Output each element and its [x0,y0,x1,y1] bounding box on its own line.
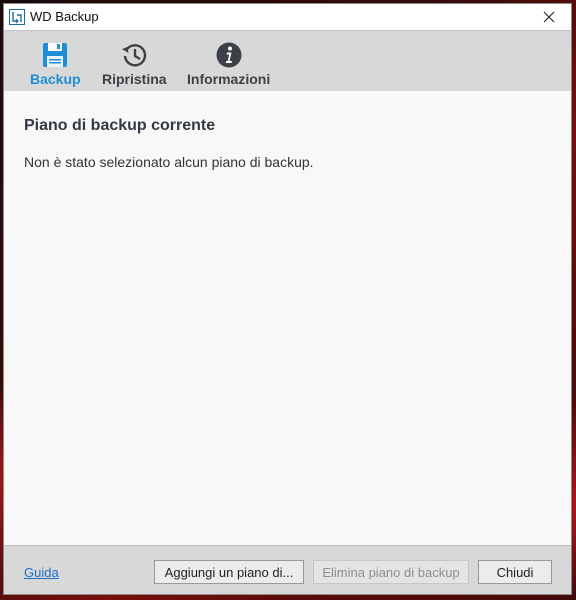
main-content: Piano di backup corrente Non è stato sel… [4,91,571,547]
close-button[interactable]: Chiudi [478,560,552,584]
nav-backup-label: Backup [30,71,81,87]
main-toolbar: Backup Ripristina Informazioni [4,30,571,92]
wd-backup-app-icon [9,9,25,25]
close-icon [543,11,555,23]
page-title: Piano di backup corrente [24,117,216,134]
nav-informazioni[interactable]: Informazioni [187,41,270,89]
nav-backup[interactable]: Backup [30,41,81,89]
info-icon [216,42,242,68]
window-title: WD Backup [30,9,99,24]
help-link[interactable]: Guida [24,565,59,580]
footer-bar: Guida Aggiungi un piano di... Elimina pi… [4,545,571,594]
history-icon [122,44,147,67]
no-plan-message: Non è stato selezionato alcun piano di b… [24,154,314,170]
wd-backup-window: WD Backup Backup Ripristina Informazioni… [3,3,572,595]
title-bar: WD Backup [4,4,571,30]
window-close-button[interactable] [527,4,571,30]
add-plan-button[interactable]: Aggiungi un piano di... [154,560,304,584]
nav-ripristina-label: Ripristina [102,71,167,87]
nav-informazioni-label: Informazioni [187,71,271,87]
delete-plan-button[interactable]: Elimina piano di backup [313,560,469,584]
floppy-disk-icon [43,43,68,67]
nav-ripristina[interactable]: Ripristina [102,41,167,89]
